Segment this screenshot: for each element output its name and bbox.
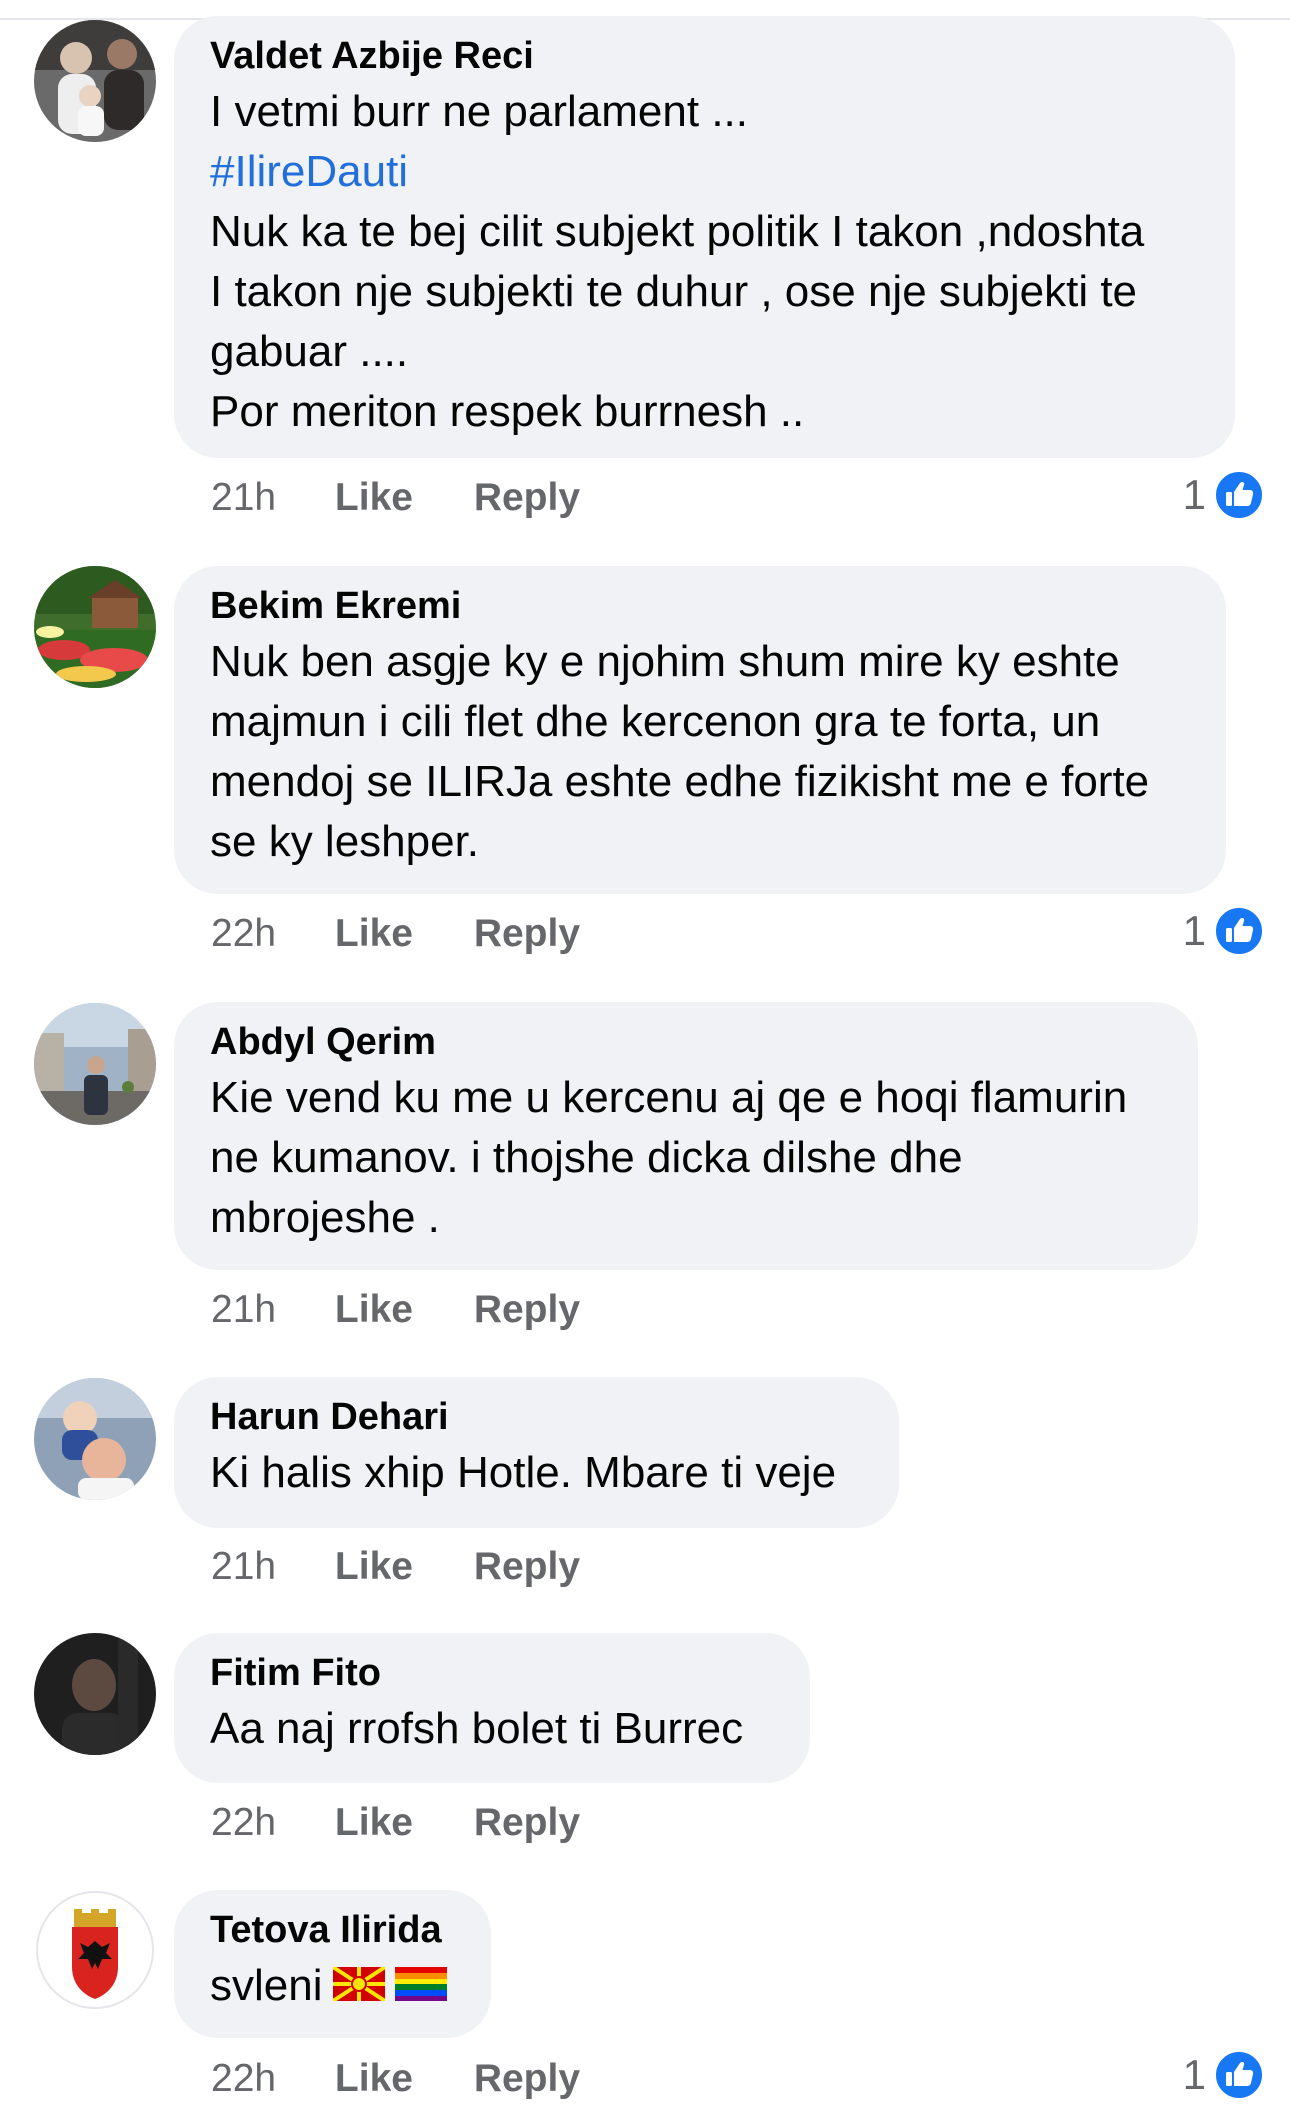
- avatar[interactable]: [34, 566, 156, 688]
- reply-button[interactable]: Reply: [474, 468, 580, 528]
- hashtag-link[interactable]: #IlireDauti: [210, 142, 1199, 202]
- avatar[interactable]: [34, 1633, 156, 1755]
- reaction-summary[interactable]: 1: [1183, 2047, 1264, 2103]
- comment-author[interactable]: Bekim Ekremi: [210, 580, 1190, 632]
- reaction-count: 1: [1182, 907, 1206, 954]
- comment-timestamp[interactable]: 22h: [211, 2049, 276, 2109]
- comment-meta: 21h Like Reply: [211, 1537, 580, 1597]
- comment-bubble: Abdyl Qerim Kie vend ku me u kercenu aj …: [174, 1002, 1198, 1270]
- comment-timestamp[interactable]: 22h: [211, 904, 276, 964]
- like-button[interactable]: Like: [335, 1280, 413, 1340]
- thumbs-up-icon: [1214, 470, 1264, 520]
- comment-text-line: svleni: [210, 1956, 455, 2016]
- comment-bubble: Tetova Ilirida svleni: [174, 1890, 491, 2038]
- comment-author[interactable]: Tetova Ilirida: [210, 1904, 455, 1956]
- comment-author[interactable]: Valdet Azbije Reci: [210, 30, 1199, 82]
- reply-button[interactable]: Reply: [474, 2049, 580, 2109]
- comment-text-line: Nuk ka te bej cilit subjekt politik I ta…: [210, 207, 1145, 256]
- reply-button[interactable]: Reply: [474, 1537, 580, 1597]
- comment-meta: 22h Like Reply: [211, 904, 580, 964]
- reaction-count: 1: [1182, 471, 1206, 518]
- reaction-summary[interactable]: 1: [1183, 467, 1264, 523]
- comment-text-line: majmun i cili flet dhe kercenon gra te f…: [210, 697, 1101, 746]
- reaction-count: 1: [1182, 2051, 1206, 2098]
- comment-author[interactable]: Fitim Fito: [210, 1647, 774, 1699]
- comment-timestamp[interactable]: 22h: [211, 1793, 276, 1853]
- avatar[interactable]: [34, 1889, 156, 2011]
- like-button[interactable]: Like: [335, 468, 413, 528]
- comment-author[interactable]: Abdyl Qerim: [210, 1016, 1162, 1068]
- like-button[interactable]: Like: [335, 2049, 413, 2109]
- avatar[interactable]: [34, 1003, 156, 1125]
- comment-bubble: Bekim Ekremi Nuk ben asgje ky e njohim s…: [174, 566, 1226, 894]
- comment-text-line: ne kumanov. i thojshe dicka dilshe dhe: [210, 1133, 963, 1182]
- comment-text-line: Ki halis xhip Hotle. Mbare ti veje: [210, 1448, 837, 1497]
- comment-text-line: mendoj se ILIRJa eshte edhe fizikisht me…: [210, 757, 1150, 806]
- comment-author[interactable]: Harun Dehari: [210, 1391, 863, 1443]
- comment-text: svleni: [210, 1961, 323, 2010]
- comment-text-line: I vetmi burr ne parlament ...: [210, 87, 748, 136]
- comment-text-line: mbrojeshe .: [210, 1193, 440, 1242]
- comment-bubble: Valdet Azbije Reci I vetmi burr ne parla…: [174, 16, 1235, 458]
- comment-text-line: Aa naj rrofsh bolet ti Burrec: [210, 1704, 744, 1753]
- comment-timestamp[interactable]: 21h: [211, 1280, 276, 1340]
- comment-meta: 21h Like Reply: [211, 468, 580, 528]
- comment-timestamp[interactable]: 21h: [211, 468, 276, 528]
- avatar[interactable]: [34, 1378, 156, 1500]
- like-button[interactable]: Like: [335, 1793, 413, 1853]
- comment-text-line: Por meriton respek burrnesh ..: [210, 387, 805, 436]
- comment-meta: 21h Like Reply: [211, 1280, 580, 1340]
- north-macedonia-flag-icon: [332, 1967, 385, 2002]
- comment-text-line: Kie vend ku me u kercenu aj qe e hoqi fl…: [210, 1073, 1128, 1122]
- comment-meta: 22h Like Reply: [211, 1793, 580, 1853]
- comment-text-line: se ky leshper.: [210, 817, 480, 866]
- comment-text-line: I takon nje subjekti te duhur , ose nje …: [210, 267, 1138, 316]
- thumbs-up-icon: [1214, 2050, 1264, 2100]
- avatar[interactable]: [34, 20, 156, 142]
- reply-button[interactable]: Reply: [474, 904, 580, 964]
- comment-bubble: Fitim Fito Aa naj rrofsh bolet ti Burrec: [174, 1633, 810, 1783]
- like-button[interactable]: Like: [335, 904, 413, 964]
- comment-text-line: gabuar ....: [210, 327, 409, 376]
- reply-button[interactable]: Reply: [474, 1280, 580, 1340]
- comment-text-line: Nuk ben asgje ky e njohim shum mire ky e…: [210, 637, 1120, 686]
- like-button[interactable]: Like: [335, 1537, 413, 1597]
- comment-meta: 22h Like Reply: [211, 2049, 580, 2109]
- comment-bubble: Harun Dehari Ki halis xhip Hotle. Mbare …: [174, 1377, 899, 1528]
- comment-timestamp[interactable]: 21h: [211, 1537, 276, 1597]
- reply-button[interactable]: Reply: [474, 1793, 580, 1853]
- thumbs-up-icon: [1214, 906, 1264, 956]
- reaction-summary[interactable]: 1: [1183, 903, 1264, 959]
- rainbow-flag-icon: [394, 1967, 447, 2002]
